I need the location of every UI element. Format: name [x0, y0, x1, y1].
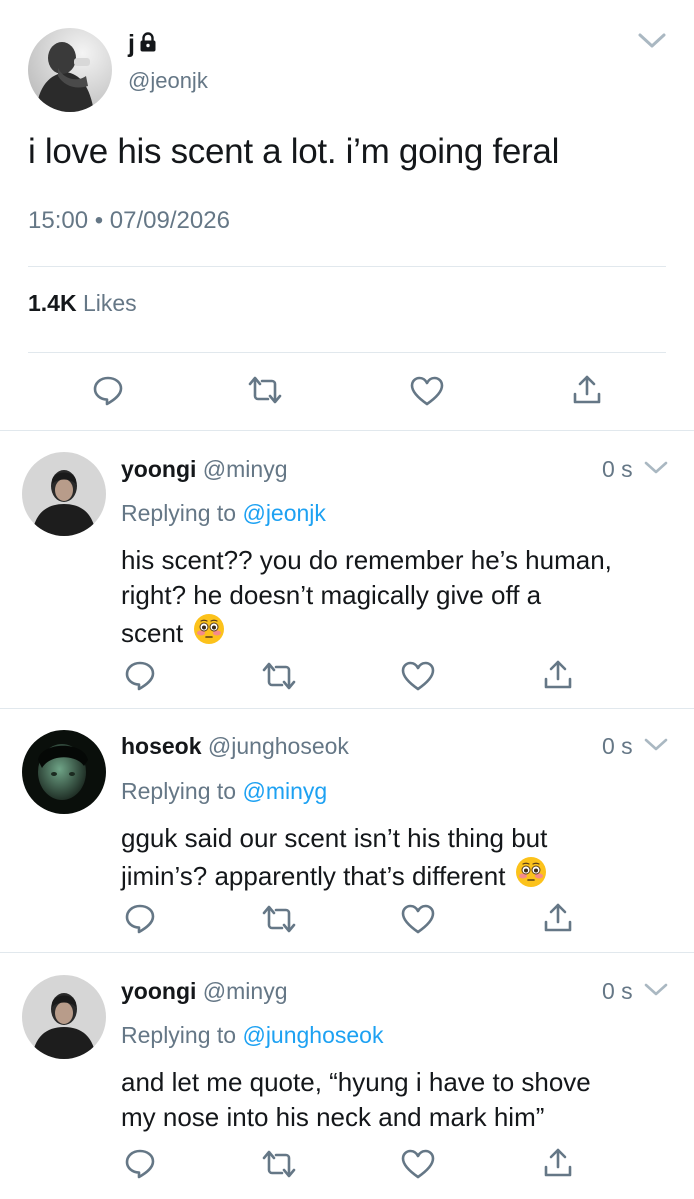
- flushed-face-emoji-icon: [193, 613, 225, 654]
- author-handle[interactable]: @jeonjk: [128, 68, 208, 94]
- reply-icon[interactable]: [92, 374, 124, 406]
- reply-text-line: and let me quote, “hyung i have to shove: [121, 1067, 591, 1097]
- likes-stat[interactable]: 1.4K Likes: [28, 290, 137, 317]
- retweet-icon[interactable]: [262, 661, 296, 691]
- likes-count: 1.4K: [28, 290, 77, 316]
- reply-icon[interactable]: [124, 1147, 156, 1179]
- divider: [28, 266, 666, 267]
- replying-label: Replying to: [121, 500, 237, 526]
- share-icon[interactable]: [572, 374, 602, 406]
- chevron-down-icon[interactable]: [644, 738, 668, 757]
- retweet-icon[interactable]: [262, 904, 296, 934]
- reply-author-name[interactable]: yoongi: [121, 456, 196, 482]
- divider: [28, 352, 666, 353]
- replying-to: Replying to @junghoseok: [121, 1022, 383, 1049]
- replying-to-link[interactable]: @minyg: [242, 778, 327, 804]
- replying-to: Replying to @minyg: [121, 778, 327, 805]
- reply-time: 0 s: [602, 978, 633, 1004]
- replying-to: Replying to @jeonjk: [121, 500, 326, 527]
- flushed-face-emoji-icon: [515, 856, 547, 897]
- replying-to-link[interactable]: @junghoseok: [242, 1022, 383, 1048]
- reply-text: and let me quote, “hyung i have to shove…: [121, 1065, 591, 1135]
- replying-to-link[interactable]: @jeonjk: [242, 500, 325, 526]
- avatar[interactable]: [22, 730, 106, 814]
- chevron-down-icon[interactable]: [644, 461, 668, 480]
- replying-label: Replying to: [121, 1022, 237, 1048]
- author-name-row: j: [128, 29, 157, 59]
- divider: [0, 708, 694, 709]
- reply-text-line: gguk said our scent isn’t his thing but: [121, 823, 548, 853]
- reply-author-handle[interactable]: @junghoseok: [208, 733, 349, 759]
- reply-author-handle[interactable]: @minyg: [203, 456, 288, 482]
- reply-text-last-line: jimin’s? apparently that’s different: [121, 856, 547, 897]
- lock-icon: [139, 31, 157, 57]
- reply-text-last-line: scent: [121, 613, 612, 654]
- divider: [0, 952, 694, 953]
- reply-text: his scent?? you do remember he’s human, …: [121, 543, 612, 654]
- reply-icon[interactable]: [124, 902, 156, 934]
- avatar[interactable]: [22, 975, 106, 1059]
- tweet-text: i love his scent a lot. i’m going feral: [28, 132, 560, 171]
- reply-text-line: my nose into his neck and mark him”: [121, 1102, 545, 1132]
- reply-text-line: jimin’s? apparently that’s different: [121, 861, 506, 891]
- reply-text-line: scent: [121, 618, 184, 648]
- like-icon[interactable]: [410, 376, 444, 406]
- reply-text-line: his scent?? you do remember he’s human,: [121, 545, 612, 575]
- author-name[interactable]: j: [128, 30, 135, 59]
- like-icon[interactable]: [401, 1149, 435, 1179]
- avatar[interactable]: [22, 452, 106, 536]
- chevron-down-icon[interactable]: [637, 32, 667, 55]
- share-icon[interactable]: [543, 659, 573, 691]
- like-icon[interactable]: [401, 661, 435, 691]
- divider: [0, 430, 694, 431]
- reply-header: hoseok @junghoseok: [121, 733, 349, 760]
- chevron-down-icon[interactable]: [644, 983, 668, 1002]
- reply-time: 0 s: [602, 733, 633, 759]
- share-icon[interactable]: [543, 902, 573, 934]
- retweet-icon[interactable]: [262, 1149, 296, 1179]
- reply-time: 0 s: [602, 456, 633, 482]
- reply-icon[interactable]: [124, 659, 156, 691]
- reply-header: yoongi @minyg: [121, 978, 287, 1005]
- retweet-icon[interactable]: [248, 375, 282, 405]
- like-icon[interactable]: [401, 904, 435, 934]
- avatar[interactable]: [28, 28, 112, 112]
- reply-author-name[interactable]: hoseok: [121, 733, 202, 759]
- reply-header: yoongi @minyg: [121, 456, 287, 483]
- timestamp[interactable]: 15:00 • 07/09/2026: [28, 207, 230, 235]
- reply-author-name[interactable]: yoongi: [121, 978, 196, 1004]
- share-icon[interactable]: [543, 1147, 573, 1179]
- reply-text: gguk said our scent isn’t his thing but …: [121, 821, 547, 897]
- reply-author-handle[interactable]: @minyg: [203, 978, 288, 1004]
- replying-label: Replying to: [121, 778, 237, 804]
- reply-text-line: right? he doesn’t magically give off a: [121, 580, 542, 610]
- likes-label: Likes: [82, 290, 137, 316]
